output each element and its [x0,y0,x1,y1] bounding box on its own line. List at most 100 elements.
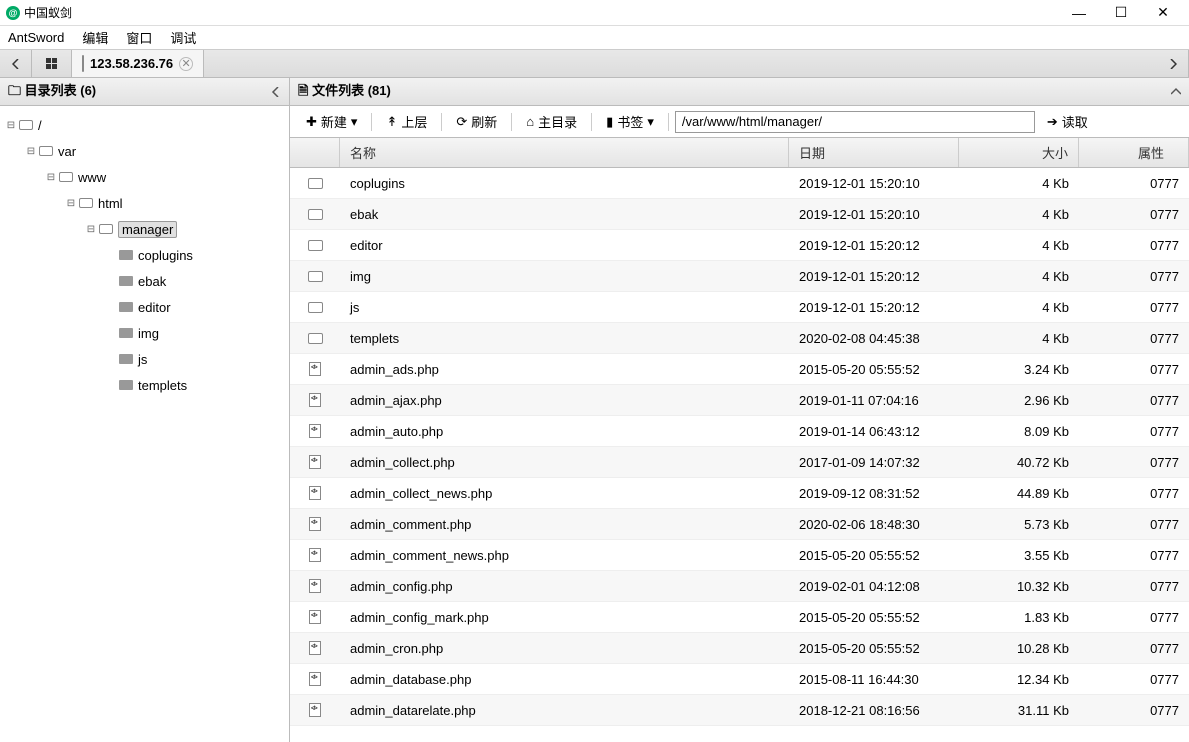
tab-prev-button[interactable] [0,50,32,77]
table-row[interactable]: img2019-12-01 15:20:124 Kb0777 [290,261,1189,292]
row-name: admin_comment_news.php [340,548,789,563]
col-icon[interactable] [290,138,340,167]
tree-toggle[interactable]: ⊟ [84,224,98,235]
php-file-icon [309,362,321,376]
tree-node-ebak[interactable]: ebak [0,268,289,294]
tree-node-html[interactable]: ⊟ html [0,190,289,216]
folder-icon [38,144,54,158]
menu-antsword[interactable]: AntSword [8,30,64,45]
dropdown-icon: ▾ [647,114,654,130]
file-table: 名称 日期 大小 属性 coplugins2019-12-01 15:20:10… [290,138,1189,742]
row-size: 3.24 Kb [959,362,1079,377]
row-name: editor [340,238,789,253]
titlebar: @ 中国蚁剑 — ☐ ✕ [0,0,1189,26]
read-label: 读取 [1062,112,1088,131]
folder-icon [58,170,74,184]
tree-node-img[interactable]: img [0,320,289,346]
plus-icon: ✚ [306,114,317,130]
table-row[interactable]: admin_collect_news.php2019-09-12 08:31:5… [290,478,1189,509]
php-file-icon [309,455,321,469]
tree-toggle[interactable]: ⊟ [4,120,18,131]
table-row[interactable]: admin_config.php2019-02-01 04:12:0810.32… [290,571,1189,602]
row-icon [290,178,340,189]
tab-ip[interactable]: 123.58.236.76 ✕ [72,50,204,77]
menu-edit[interactable]: 编辑 [82,28,108,47]
tree-node-var[interactable]: ⊟ var [0,138,289,164]
php-file-icon [309,548,321,562]
tree-node-js[interactable]: js [0,346,289,372]
row-date: 2019-01-11 07:04:16 [789,393,959,408]
table-row[interactable]: js2019-12-01 15:20:124 Kb0777 [290,292,1189,323]
table-header: 名称 日期 大小 属性 [290,138,1189,168]
row-name: ebak [340,207,789,222]
tree-label: js [138,352,147,367]
tree-label: var [58,144,76,159]
table-row[interactable]: admin_ajax.php2019-01-11 07:04:162.96 Kb… [290,385,1189,416]
table-row[interactable]: admin_comment.php2020-02-06 18:48:305.73… [290,509,1189,540]
row-attr: 0777 [1079,641,1189,656]
row-name: admin_cron.php [340,641,789,656]
table-row[interactable]: admin_auto.php2019-01-14 06:43:128.09 Kb… [290,416,1189,447]
row-size: 8.09 Kb [959,424,1079,439]
table-row[interactable]: admin_datarelate.php2018-12-21 08:16:563… [290,695,1189,726]
tab-grid-button[interactable] [32,50,72,77]
path-input[interactable] [675,111,1035,133]
folder-icon [308,240,323,251]
tree-node-editor[interactable]: editor [0,294,289,320]
file-panel: 🗎 文件列表 (81) ✚ 新建 ▾ ↟ 上层 ⟳ 刷新 ⌂ [290,78,1189,742]
table-row[interactable]: admin_comment_news.php2015-05-20 05:55:5… [290,540,1189,571]
home-icon: ⌂ [526,114,534,129]
table-row[interactable]: editor2019-12-01 15:20:124 Kb0777 [290,230,1189,261]
tree-node-manager[interactable]: ⊟ manager [0,216,289,242]
tree-toggle[interactable]: ⊟ [44,172,58,183]
col-date[interactable]: 日期 [789,138,959,167]
panel-collapse-button[interactable] [271,87,281,97]
new-button[interactable]: ✚ 新建 ▾ [298,109,365,134]
table-row[interactable]: ebak2019-12-01 15:20:104 Kb0777 [290,199,1189,230]
tab-close-button[interactable]: ✕ [179,57,193,71]
table-row[interactable]: coplugins2019-12-01 15:20:104 Kb0777 [290,168,1189,199]
col-size[interactable]: 大小 [959,138,1079,167]
row-date: 2015-05-20 05:55:52 [789,548,959,563]
table-row[interactable]: admin_cron.php2015-05-20 05:55:5210.28 K… [290,633,1189,664]
tree-node-templets[interactable]: templets [0,372,289,398]
chevron-up-icon [1171,87,1181,97]
read-button[interactable]: ➔ 读取 [1039,109,1096,134]
row-size: 4 Kb [959,331,1079,346]
tree-toggle[interactable]: ⊟ [24,146,38,157]
table-row[interactable]: templets2020-02-08 04:45:384 Kb0777 [290,323,1189,354]
row-size: 2.96 Kb [959,393,1079,408]
tree-node-www[interactable]: ⊟ www [0,164,289,190]
row-date: 2019-09-12 08:31:52 [789,486,959,501]
close-button[interactable]: ✕ [1151,3,1175,23]
folder-icon [82,56,84,71]
row-attr: 0777 [1079,672,1189,687]
row-icon [290,610,340,624]
row-name: admin_collect.php [340,455,789,470]
col-attr[interactable]: 属性 [1079,138,1189,167]
php-file-icon [309,393,321,407]
menu-window[interactable]: 窗口 [126,28,152,47]
tree-node-coplugins[interactable]: coplugins [0,242,289,268]
panel-collapse-button[interactable] [1171,87,1181,97]
col-name[interactable]: 名称 [340,138,789,167]
row-attr: 0777 [1079,455,1189,470]
refresh-button[interactable]: ⟳ 刷新 [448,109,505,134]
up-button[interactable]: ↟ 上层 [378,109,435,134]
minimize-button[interactable]: — [1067,3,1091,23]
row-name: img [340,269,789,284]
bookmark-button[interactable]: ▮ 书签 ▾ [598,109,662,134]
php-file-icon [309,641,321,655]
bookmark-label: 书签 [617,112,643,131]
maximize-button[interactable]: ☐ [1109,3,1133,23]
tab-next-button[interactable] [1157,50,1189,77]
home-button[interactable]: ⌂ 主目录 [518,109,585,134]
menu-debug[interactable]: 调试 [170,28,196,47]
row-date: 2019-12-01 15:20:12 [789,238,959,253]
table-row[interactable]: admin_collect.php2017-01-09 14:07:3240.7… [290,447,1189,478]
table-row[interactable]: admin_ads.php2015-05-20 05:55:523.24 Kb0… [290,354,1189,385]
tree-node-root[interactable]: ⊟ / [0,112,289,138]
tree-toggle[interactable]: ⊟ [64,198,78,209]
table-row[interactable]: admin_database.php2015-08-11 16:44:3012.… [290,664,1189,695]
table-row[interactable]: admin_config_mark.php2015-05-20 05:55:52… [290,602,1189,633]
